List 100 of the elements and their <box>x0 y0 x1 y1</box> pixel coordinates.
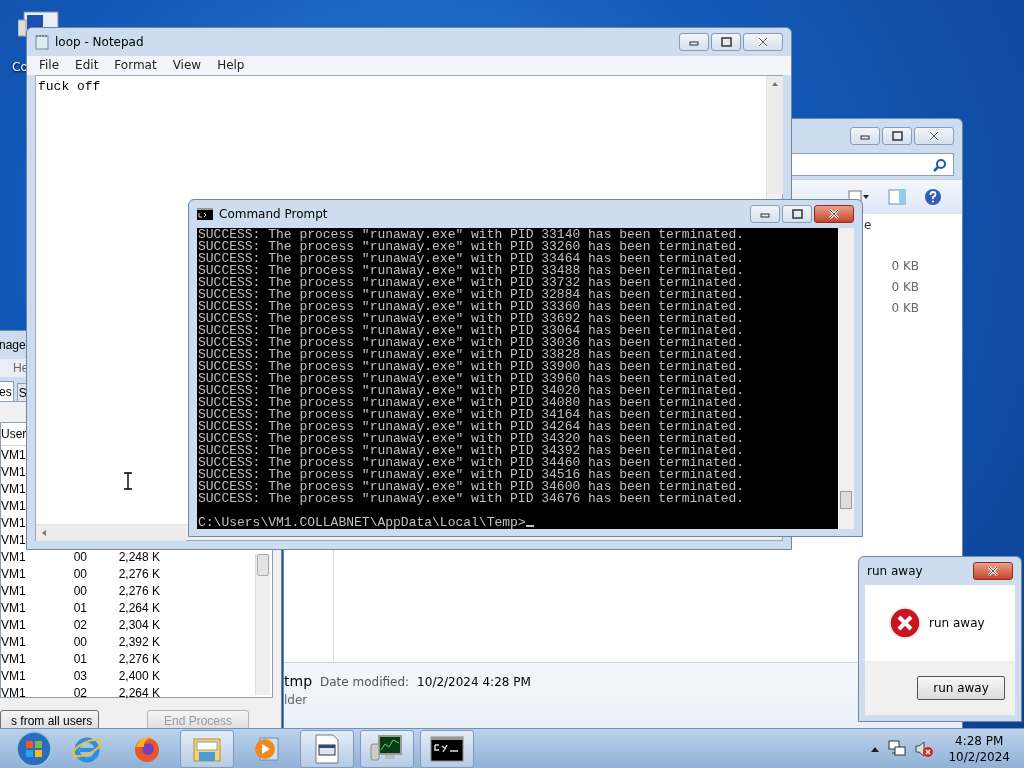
window-title: nage <box>0 338 26 352</box>
table-cell-text: 2,392 K <box>117 634 160 649</box>
console-line: SUCCESS: The process "runaway.exe" with PID 33692 has been terminated. <box>198 313 746 325</box>
minimize-button[interactable] <box>750 205 780 223</box>
table-cell-text: 2,276 K <box>117 583 160 598</box>
console-line: SUCCESS: The process "runaway.exe" with PID 33036 has been terminated. <box>198 337 746 349</box>
clock-time[interactable]: 4:28 PM <box>955 732 1004 749</box>
table-cell-text: VM1 <box>1 566 27 581</box>
search-field[interactable] <box>789 153 954 176</box>
console-line: SUCCESS: The process "runaway.exe" with PID 34676 has been terminated. <box>198 493 746 505</box>
table-cell-text: 2,276 K <box>117 566 160 581</box>
console-line: SUCCESS: The process "runaway.exe" with PID 33064 has been terminated. <box>198 325 746 337</box>
close-button[interactable] <box>743 33 783 51</box>
table-cell-text: 00 <box>72 634 87 649</box>
maximize-icon <box>719 36 733 48</box>
table-cell-text: VM1 <box>1 600 27 615</box>
console-line: SUCCESS: The process "runaway.exe" with PID 33464 has been terminated. <box>198 253 746 265</box>
column-header[interactable]: e <box>863 214 923 236</box>
dialog-message: run away <box>929 616 985 630</box>
file-size: 0 KB <box>890 279 920 296</box>
file-size: 0 KB <box>890 300 920 317</box>
table-cell-text: VM1 <box>1 668 27 683</box>
notepad-icon <box>35 34 49 50</box>
console-line: SUCCESS: The process "runaway.exe" with PID 33960 has been terminated. <box>198 373 746 385</box>
table-cell-text: VM1 <box>1 532 27 547</box>
maximize-button[interactable] <box>782 205 812 223</box>
column-header[interactable]: User <box>1 427 27 441</box>
maximize-button[interactable] <box>711 33 741 51</box>
speaker-muted-icon[interactable] <box>914 739 935 758</box>
help-icon[interactable] <box>924 188 942 206</box>
close-button[interactable] <box>973 562 1013 580</box>
console-line: SUCCESS: The process "runaway.exe" with PID 33732 has been terminated. <box>198 277 746 289</box>
close-icon <box>927 130 941 142</box>
console-line: SUCCESS: The process "runaway.exe" with PID 34392 has been terminated. <box>198 445 746 457</box>
console-line: SUCCESS: The process "runaway.exe" with PID 34020 has been terminated. <box>198 385 746 397</box>
file-size: 0 KB <box>890 258 920 275</box>
table-cell-text: 00 <box>72 549 87 564</box>
table-cell-text: VM1 <box>1 447 27 462</box>
search-icon <box>933 157 947 172</box>
console-line: SUCCESS: The process "runaway.exe" with PID 34600 has been terminated. <box>198 481 746 493</box>
close-icon <box>827 208 841 220</box>
tab[interactable]: es <box>0 381 14 402</box>
console-icon <box>430 735 464 762</box>
menu-item[interactable]: Edit <box>67 56 107 75</box>
table-cell-text: VM1 <box>1 498 27 513</box>
menu-item[interactable]: View <box>164 56 210 75</box>
console-line: SUCCESS: The process "runaway.exe" with PID 33360 has been terminated. <box>198 301 746 313</box>
text-cursor-icon <box>123 472 133 490</box>
scrollbar[interactable] <box>255 554 270 695</box>
minimize-button[interactable] <box>679 33 709 51</box>
minimize-button[interactable] <box>850 127 880 145</box>
console-line: SUCCESS: The process "runaway.exe" with PID 34164 has been terminated. <box>198 409 746 421</box>
menu-item[interactable]: Help <box>209 56 253 75</box>
monitor-chart-icon <box>369 733 405 764</box>
date-label: Date modified: <box>320 675 410 689</box>
maximize-icon <box>890 130 904 142</box>
item-name: tmp <box>284 673 312 689</box>
console-line: SUCCESS: The process "runaway.exe" with PID 34460 has been terminated. <box>198 457 746 469</box>
console-line: SUCCESS: The process "runaway.exe" with PID 34320 has been terminated. <box>198 433 746 445</box>
window-title: loop - Notepad <box>55 35 144 49</box>
table-cell-text: 2,400 K <box>117 668 160 683</box>
console-line: SUCCESS: The process "runaway.exe" with PID 34080 has been terminated. <box>198 397 746 409</box>
table-cell-text: VM1 <box>1 549 27 564</box>
maximize-button[interactable] <box>882 127 912 145</box>
clock-date[interactable]: 10/2/2024 <box>948 748 1010 765</box>
console-caret <box>525 525 534 527</box>
table-cell-text: 2,276 K <box>117 651 160 666</box>
table-cell-text: VM1 <box>1 685 27 700</box>
console-icon <box>197 208 213 220</box>
table-cell-text: 02 <box>72 685 87 700</box>
console-line: SUCCESS: The process "runaway.exe" with PID 33828 has been terminated. <box>198 349 746 361</box>
start-orb-icon[interactable] <box>14 729 54 768</box>
window-title: Command Prompt <box>219 207 328 221</box>
menu-item[interactable]: Format <box>106 56 165 75</box>
network-icon[interactable] <box>888 739 907 758</box>
error-icon <box>889 607 921 639</box>
table-cell-text: 02 <box>72 617 87 632</box>
close-button[interactable] <box>814 205 854 223</box>
table-cell-text: VM1 <box>1 481 27 496</box>
maximize-icon <box>790 208 804 220</box>
table-cell-text: 00 <box>72 566 87 581</box>
item-type: lder <box>284 693 308 707</box>
scrollbar[interactable] <box>838 228 854 529</box>
console-line: SUCCESS: The process "runaway.exe" with PID 32884 has been terminated. <box>198 289 746 301</box>
taskbar-button[interactable] <box>360 729 414 768</box>
window-title: run away <box>867 564 923 578</box>
command-prompt[interactable]: C:\Users\VM1.COLLABNET\AppData\Local\Temp> <box>198 515 526 530</box>
table-cell-text: VM1 <box>1 515 27 530</box>
table-cell-text: VM1 <box>1 464 27 479</box>
console-line: SUCCESS: The process "runaway.exe" with PID 33488 has been terminated. <box>198 265 746 277</box>
console-line: SUCCESS: The process "runaway.exe" with PID 34264 has been terminated. <box>198 421 746 433</box>
menu-item[interactable]: File <box>31 56 68 75</box>
close-icon <box>756 36 770 48</box>
dialog-button[interactable]: run away <box>917 676 1005 700</box>
table-cell-text: 03 <box>72 668 87 683</box>
table-cell-text: 2,304 K <box>117 617 160 632</box>
close-icon <box>986 565 1000 577</box>
taskbar-button[interactable] <box>300 729 354 768</box>
taskbar-button[interactable] <box>420 729 474 768</box>
close-button[interactable] <box>914 127 954 145</box>
